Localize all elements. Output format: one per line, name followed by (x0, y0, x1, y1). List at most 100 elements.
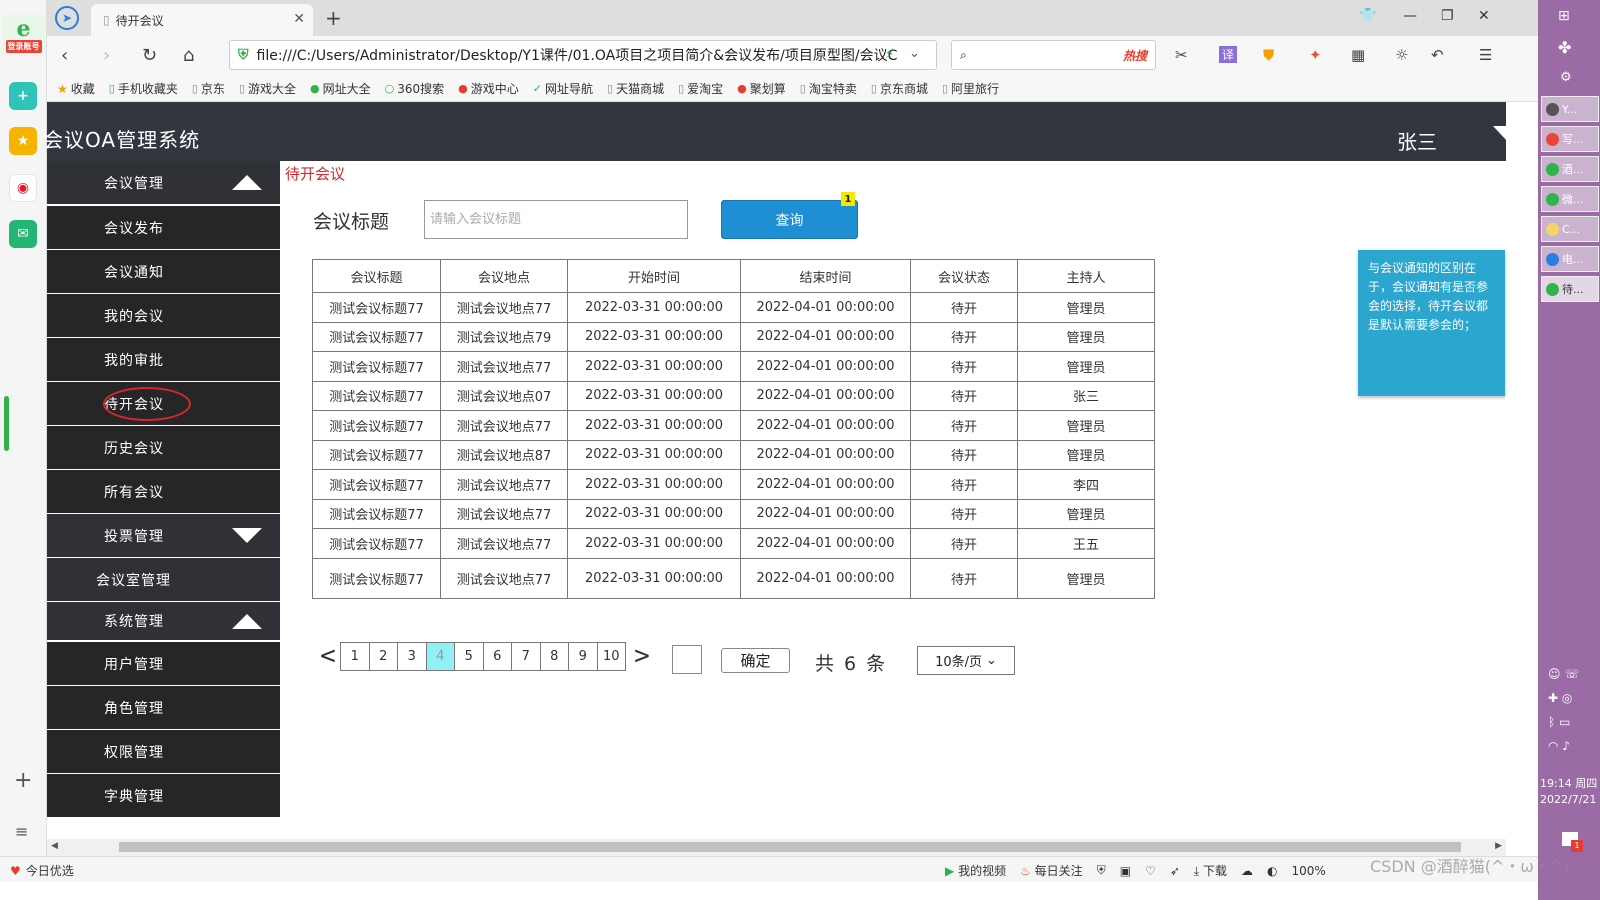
bookmark-item[interactable]: ○ 360搜索 (385, 80, 445, 97)
rocket-icon[interactable]: ➶ (1170, 864, 1180, 878)
today-picks[interactable]: ♥ 今日优选 (10, 862, 74, 879)
page-number-button[interactable]: 4 (425, 641, 455, 671)
url-input[interactable]: ⛨ file:///C:/Users/Administrator/Desktop… (229, 40, 937, 70)
prev-page-button[interactable]: < (316, 641, 340, 671)
close-window-icon[interactable]: ✕ (1478, 8, 1490, 24)
meeting-title-search-input[interactable] (424, 200, 688, 239)
scroll-right-icon[interactable]: ▶ (1495, 841, 1502, 851)
table-row[interactable]: 测试会议标题77 测试会议地点07 2022-03-31 00:00:00 2022-… (312, 380, 1155, 411)
table-row[interactable]: 测试会议标题77 测试会议地点77 2022-03-31 00:00:00 2022-… (312, 469, 1155, 500)
page-jump-input[interactable] (672, 645, 702, 674)
page-number-button[interactable]: 9 (568, 641, 598, 671)
minimize-icon[interactable]: — (1403, 8, 1417, 24)
hamburger-menu-icon[interactable]: ☰ (1479, 46, 1492, 64)
taskbar-window-item[interactable]: C... (1541, 216, 1599, 242)
new-tab-icon[interactable]: + (325, 6, 342, 30)
bookmark-item[interactable]: ● 游戏中心 (458, 80, 519, 97)
cloud-icon[interactable]: ☁ (1241, 864, 1253, 878)
bookmark-item[interactable]: ✓ 网址导航 (533, 80, 593, 97)
page-number-button[interactable]: 6 (482, 641, 512, 671)
menu-vote-management[interactable]: 投票管理 (47, 514, 280, 557)
taskbar-window-item[interactable]: Y... (1541, 96, 1599, 122)
star-favorites-icon[interactable]: ★ (9, 127, 37, 155)
menu-meeting-management[interactable]: 会议管理 (47, 161, 280, 204)
bookmark-item[interactable]: ● 聚划算 (737, 80, 786, 97)
table-row[interactable]: 测试会议标题77 测试会议地点77 2022-03-31 00:00:00 2022-… (312, 410, 1155, 441)
query-button[interactable]: 查询 (721, 200, 858, 239)
taskbar-window-item[interactable]: 电... (1541, 246, 1599, 272)
scissors-icon[interactable]: ✂ (1175, 46, 1188, 64)
tab-pending-meetings[interactable]: ▯ 待开会议 ✕ (91, 4, 313, 36)
table-row[interactable]: 测试会议标题77 测试会议地点77 2022-03-31 00:00:00 2022-… (312, 528, 1155, 559)
restore-icon[interactable]: ❐ (1441, 8, 1454, 24)
plus-app-icon[interactable]: + (9, 82, 37, 110)
navigation-compass-icon[interactable]: ➤ (55, 6, 79, 30)
reload-icon[interactable]: ↻ (142, 45, 157, 66)
bookmark-item[interactable]: ▯ 淘宝特卖 (800, 80, 857, 97)
bookmark-item[interactable]: ▯ 天猫商城 (607, 80, 664, 97)
table-row[interactable]: 测试会议标题77 测试会议地点77 2022-03-31 00:00:00 2022-… (312, 351, 1155, 382)
taskbar-window-item[interactable]: 酒... (1541, 156, 1599, 182)
windows-logo-icon[interactable]: ⊞ (1558, 8, 1570, 24)
chevron-down-icon[interactable]: ⌄ (909, 46, 920, 61)
image-icon[interactable]: ▣ (1120, 864, 1131, 878)
add-icon[interactable]: + (14, 768, 32, 793)
bookmark-item[interactable]: ▯ 京东商城 (871, 80, 928, 97)
my-video-button[interactable]: ▶ 我的视频 (945, 862, 1006, 879)
bookmark-item[interactable]: ● 网址大全 (310, 80, 371, 97)
game-icon[interactable]: ✦ (1309, 46, 1322, 64)
page-size-select[interactable]: 10条/页 ⌄ (917, 646, 1015, 675)
translate-icon[interactable]: 译 (1219, 46, 1238, 63)
lightning-icon[interactable]: ⚡ (885, 47, 894, 62)
menu-meeting-publish[interactable]: 会议发布 (47, 206, 280, 249)
menu-permission-management[interactable]: 权限管理 (47, 730, 280, 773)
mail-icon[interactable]: ✉ (9, 220, 37, 248)
close-tab-icon[interactable]: ✕ (293, 11, 305, 27)
current-user[interactable]: 张三 (1397, 126, 1437, 155)
weibo-icon[interactable]: ◉ (9, 174, 37, 202)
taskbar-window-item[interactable]: 写... (1541, 126, 1599, 152)
bookmark-item[interactable]: ▯ 手机收藏夹 (109, 80, 178, 97)
scroll-left-icon[interactable]: ◀ (51, 841, 58, 851)
taskbar-window-item[interactable]: 待... (1541, 276, 1599, 302)
page-number-button[interactable]: 1 (340, 641, 370, 671)
bookmark-item[interactable]: ▯ 游戏大全 (239, 80, 296, 97)
menu-my-approval[interactable]: 我的审批 (47, 338, 280, 381)
account-login-button[interactable]: e 登录账号 (2, 14, 45, 56)
page-number-button[interactable]: 2 (368, 641, 398, 671)
back-icon[interactable]: ‹ (61, 45, 68, 66)
heart-outline-icon[interactable]: ♡ (1145, 864, 1156, 878)
skin-icon[interactable]: 👕 (1359, 8, 1376, 24)
zoom-level[interactable]: 100% (1292, 864, 1326, 878)
menu-meeting-notice[interactable]: 会议通知 (47, 250, 280, 293)
page-number-button[interactable]: 10 (596, 641, 626, 671)
download-button[interactable]: ⤓ 下载 (1194, 862, 1227, 879)
next-page-button[interactable]: > (630, 641, 654, 671)
menu-all-meetings[interactable]: 所有会议 (47, 470, 280, 513)
brightness-icon[interactable]: ☼ (1395, 46, 1408, 64)
bookmark-item[interactable]: ▯ 阿里旅行 (942, 80, 999, 97)
menu-history-meetings[interactable]: 历史会议 (47, 426, 280, 469)
menu-system-management[interactable]: 系统管理 (47, 602, 280, 640)
confirm-jump-button[interactable]: 确定 (721, 648, 790, 673)
forward-icon[interactable]: › (103, 45, 110, 66)
grid-apps-icon[interactable]: ▦ (1351, 46, 1365, 64)
bookmark-item[interactable]: ▯ 爱淘宝 (678, 80, 723, 97)
daily-follow-button[interactable]: ♨ 每日关注 (1020, 862, 1083, 879)
user-dropdown-caret-icon[interactable] (1493, 126, 1523, 142)
page-number-button[interactable]: 8 (539, 641, 569, 671)
table-row[interactable]: 测试会议标题77 测试会议地点87 2022-03-31 00:00:00 2022-… (312, 439, 1155, 470)
table-row[interactable]: 测试会议标题77 测试会议地点79 2022-03-31 00:00:00 2022-… (312, 321, 1155, 352)
menu-role-management[interactable]: 角色管理 (47, 686, 280, 729)
shield-coupon-icon[interactable]: ⛊ (1263, 46, 1274, 64)
page-number-button[interactable]: 5 (454, 641, 484, 671)
settings-gear-icon[interactable]: ⚙ (1560, 70, 1572, 85)
taskbar-window-item[interactable]: 微... (1541, 186, 1599, 212)
menu-user-management[interactable]: 用户管理 (47, 642, 280, 685)
horizontal-scrollbar[interactable]: ◀ ▶ (47, 839, 1506, 856)
table-row[interactable]: 测试会议标题77 测试会议地点77 2022-03-31 00:00:00 2022-… (312, 498, 1155, 529)
home-icon[interactable]: ⌂ (183, 45, 194, 66)
bookmark-item[interactable]: ▯ 京东 (192, 80, 225, 97)
table-row[interactable]: 测试会议标题77 测试会议地点77 2022-03-31 00:00:00 2022-… (312, 557, 1155, 599)
fan-icon[interactable]: ✤ (1558, 38, 1571, 57)
